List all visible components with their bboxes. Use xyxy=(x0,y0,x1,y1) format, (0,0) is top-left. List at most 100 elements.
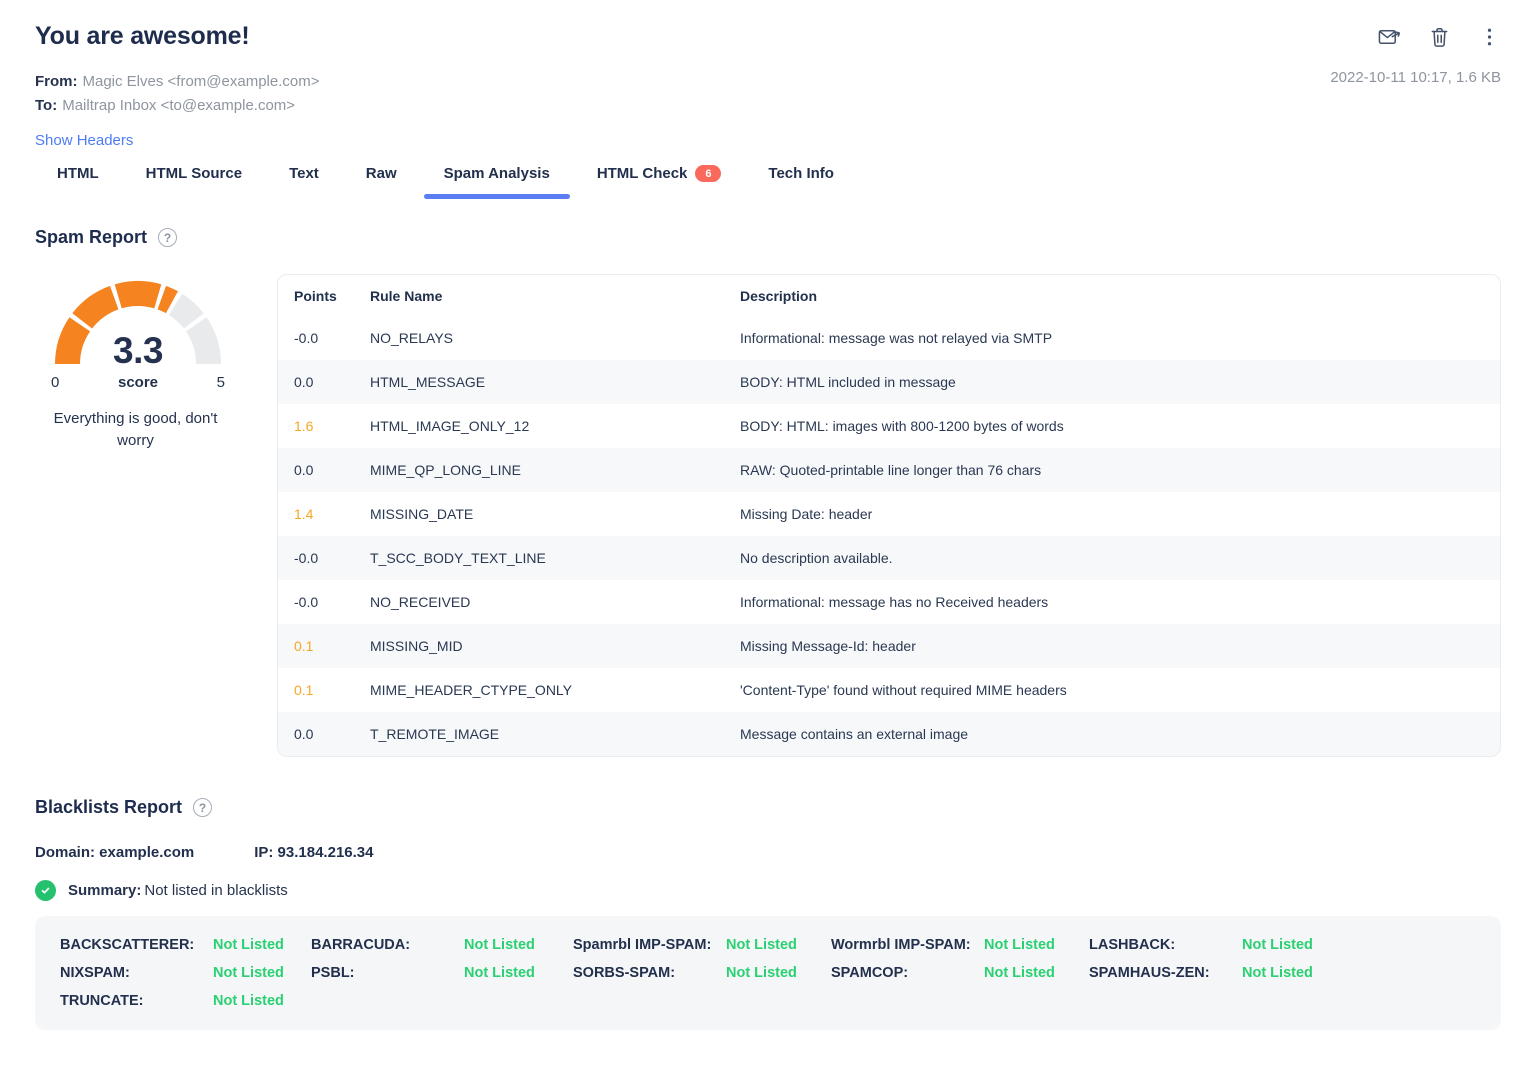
blacklist-name: BARRACUDA: xyxy=(311,937,411,953)
tab-label: HTML Source xyxy=(145,165,243,182)
message-header-left: You are awesome! From: Magic Elves <from@… xyxy=(35,20,319,150)
to-value: Mailtrap Inbox <to@example.com> xyxy=(62,97,296,114)
spam-rules-table: Points Rule Name Description -0.0 NO_REL… xyxy=(278,275,1500,756)
tab-label: Text xyxy=(289,165,319,182)
rule-points: -0.0 xyxy=(294,330,319,346)
blacklist-name: SORBS-SPAM: xyxy=(573,965,676,981)
from-value: Magic Elves <from@example.com> xyxy=(82,73,320,90)
spam-report-section: Spam Report ? 3.3 0 score 5 Everything i… xyxy=(35,227,1501,757)
rule-name: HTML_IMAGE_ONLY_12 xyxy=(370,418,530,434)
blacklist-entry: TRUNCATE: Not Listed xyxy=(60,992,311,1010)
rule-name: T_SCC_BODY_TEXT_LINE xyxy=(370,550,546,566)
spam-report-body: 3.3 0 score 5 Everything is good, don't … xyxy=(35,274,1501,757)
blacklists-info-row: Domain: example.com IP: 93.184.216.34 xyxy=(35,844,1501,861)
blacklist-status: Not Listed xyxy=(213,937,284,953)
blacklist-entry: NIXSPAM: Not Listed xyxy=(60,964,311,982)
page-title: You are awesome! xyxy=(35,22,250,50)
table-row: 0.0 HTML_MESSAGE BODY: HTML included in … xyxy=(278,360,1500,404)
table-row: -0.0 NO_RELAYS Informational: message wa… xyxy=(278,316,1500,360)
rule-points: -0.0 xyxy=(294,550,319,566)
rule-description: RAW: Quoted-printable line longer than 7… xyxy=(740,462,1042,478)
table-row: 0.1 MISSING_MID Missing Message-Id: head… xyxy=(278,624,1500,668)
gauge-min-label: 0 xyxy=(51,374,60,391)
tab[interactable]: Text xyxy=(289,165,319,199)
tab[interactable]: Spam Analysis xyxy=(423,165,571,199)
table-row: 0.0 MIME_QP_LONG_LINE RAW: Quoted-printa… xyxy=(278,448,1500,492)
rule-points: -0.0 xyxy=(294,594,319,610)
more-options-button[interactable] xyxy=(1478,25,1501,48)
column-header-description: Description xyxy=(724,275,1500,316)
blacklist-name: SPAMHAUS-ZEN: xyxy=(1089,965,1210,981)
blacklists-grid: BACKSCATTERER: Not Listed BARRACUDA: Not… xyxy=(35,916,1501,1030)
gauge-max-label: 5 xyxy=(216,374,225,391)
tab[interactable]: Raw xyxy=(366,165,397,199)
gauge-message: Everything is good, don't worry xyxy=(53,410,218,450)
forward-email-button[interactable] xyxy=(1378,25,1401,48)
rule-points: 0.0 xyxy=(294,462,314,478)
tab[interactable]: HTML xyxy=(57,165,99,199)
to-label: To: xyxy=(35,97,58,114)
help-icon[interactable]: ? xyxy=(193,798,213,817)
tab-label: Tech Info xyxy=(768,165,834,182)
rule-points: 1.4 xyxy=(294,506,314,522)
tab[interactable]: HTML Source xyxy=(146,165,242,199)
message-header-right: 2022-10-11 10:17, 1.6 KB xyxy=(1330,20,1501,86)
show-headers-link[interactable]: Show Headers xyxy=(35,132,133,149)
rule-points: 0.1 xyxy=(294,682,314,698)
gauge-score-label: score xyxy=(117,374,159,391)
gauge-axis-labels: 0 score 5 xyxy=(51,374,225,391)
spam-report-heading: Spam Report xyxy=(35,227,148,247)
forward-email-icon xyxy=(1378,29,1401,44)
table-row: 1.4 MISSING_DATE Missing Date: header xyxy=(278,492,1500,536)
blacklist-entry: Spamrbl IMP-SPAM: Not Listed xyxy=(573,936,831,954)
help-icon[interactable]: ? xyxy=(158,228,178,247)
more-options-icon xyxy=(1487,28,1492,45)
blacklist-status: Not Listed xyxy=(464,937,535,953)
blacklist-name: SPAMCOP: xyxy=(831,965,909,981)
blacklists-report-section: Blacklists Report ? Domain: example.com … xyxy=(35,797,1501,1030)
blacklist-entry: BACKSCATTERER: Not Listed xyxy=(60,936,311,954)
to-line: To: Mailtrap Inbox <to@example.com> xyxy=(35,97,319,114)
rule-name: NO_RELAYS xyxy=(370,330,453,346)
table-header-row: Points Rule Name Description xyxy=(278,275,1500,316)
blacklist-status: Not Listed xyxy=(213,965,284,981)
blacklists-summary-row: Summary: Not listed in blacklists xyxy=(35,880,1501,901)
rule-description: Informational: message was not relayed v… xyxy=(740,330,1053,346)
blacklist-status: Not Listed xyxy=(984,937,1055,953)
blacklist-name: LASHBACK: xyxy=(1089,937,1176,953)
table-row: -0.0 NO_RECEIVED Informational: message … xyxy=(278,580,1500,624)
summary-check-badge xyxy=(35,880,56,901)
blacklist-name: Wormrbl IMP-SPAM: xyxy=(831,937,971,953)
rule-description: No description available. xyxy=(740,550,893,566)
rule-name: HTML_MESSAGE xyxy=(370,374,486,390)
blacklist-entry: BARRACUDA: Not Listed xyxy=(311,936,573,954)
message-view-page: You are awesome! From: Magic Elves <from@… xyxy=(0,0,1536,1030)
tab[interactable]: Tech Info xyxy=(768,165,834,199)
blacklists-ip: IP: 93.184.216.34 xyxy=(254,844,374,861)
rule-name: MISSING_DATE xyxy=(370,506,474,522)
trash-icon xyxy=(1431,27,1448,47)
tab-label: Spam Analysis xyxy=(443,165,550,182)
blacklists-heading: Blacklists Report xyxy=(35,797,183,817)
tab[interactable]: HTML Check 6 xyxy=(597,165,722,199)
blacklist-name: NIXSPAM: xyxy=(60,965,130,981)
blacklist-status: Not Listed xyxy=(726,937,797,953)
message-meta: 2022-10-11 10:17, 1.6 KB xyxy=(1330,69,1501,86)
blacklists-heading-row: Blacklists Report ? xyxy=(35,797,1501,818)
rule-name: MIME_HEADER_CTYPE_ONLY xyxy=(370,682,573,698)
rule-description: Missing Message-Id: header xyxy=(740,638,916,654)
rule-description: Missing Date: header xyxy=(740,506,873,522)
spam-report-heading-row: Spam Report ? xyxy=(35,227,1501,248)
summary-value: Not listed in blacklists xyxy=(144,882,288,899)
blacklists-domain: Domain: example.com xyxy=(35,844,195,861)
rule-name: T_REMOTE_IMAGE xyxy=(370,726,500,742)
blacklist-status: Not Listed xyxy=(464,965,535,981)
message-actions xyxy=(1378,25,1501,48)
blacklist-status: Not Listed xyxy=(726,965,797,981)
gauge-score-value: 3.3 xyxy=(113,330,163,371)
blacklist-entry: SPAMHAUS-ZEN: Not Listed xyxy=(1089,964,1476,982)
blacklist-entry: Wormrbl IMP-SPAM: Not Listed xyxy=(831,936,1089,954)
blacklist-entry: PSBL: Not Listed xyxy=(311,964,573,982)
from-label: From: xyxy=(35,73,78,90)
delete-button[interactable] xyxy=(1428,25,1451,48)
